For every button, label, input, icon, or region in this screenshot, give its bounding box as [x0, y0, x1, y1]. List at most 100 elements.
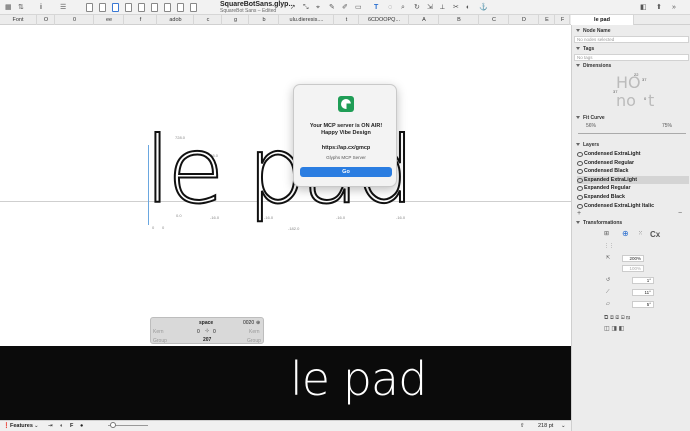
hud-left-kern[interactable]: Kern [153, 329, 164, 335]
hand-tool-icon[interactable]: ◌ [388, 3, 392, 12]
tab[interactable]: ee [95, 15, 124, 25]
tab[interactable]: B [440, 15, 479, 25]
fit-curve-header[interactable]: Fit Curve [572, 114, 690, 122]
fit-curve-left-value[interactable]: 56% [586, 123, 596, 129]
select-tool-icon[interactable]: ➚ [290, 3, 296, 12]
draw-tool-icon[interactable]: ⌖ [316, 3, 320, 12]
master-button-4[interactable] [125, 3, 132, 12]
tags-input[interactable]: No tags [574, 54, 689, 61]
features-menu[interactable]: Features [10, 423, 33, 429]
rotate-tool-icon[interactable]: ↻ [414, 3, 420, 12]
tab[interactable]: b [250, 15, 279, 25]
left-to-right-icon[interactable]: ⇥ [48, 423, 53, 429]
tab[interactable]: adob [158, 15, 194, 25]
hud-unicode[interactable]: 0020 [243, 320, 254, 326]
layer-item[interactable]: Condensed ExtraLight Italic [577, 202, 689, 210]
tags-header[interactable]: Tags [572, 45, 690, 53]
brush-tool-icon[interactable]: ✐ [342, 3, 348, 12]
center-x-label[interactable]: Cx [650, 230, 660, 239]
more-icon[interactable]: » [672, 3, 676, 12]
anchor-tool-icon[interactable]: ⚓ [479, 3, 488, 12]
master-button-2[interactable] [99, 3, 106, 12]
preview-toggle-icon[interactable]: ◧ [640, 3, 647, 12]
master-button-8[interactable] [177, 3, 184, 12]
master-button-6[interactable] [151, 3, 158, 12]
hud-right-kern[interactable]: Kern [249, 329, 260, 335]
tab[interactable]: F [556, 15, 570, 25]
hud-info-icon[interactable]: ⊕ [256, 320, 260, 326]
remove-layer-icon[interactable]: − [678, 210, 682, 217]
tab[interactable]: Font [0, 15, 37, 25]
node-name-header[interactable]: Node Name [572, 27, 690, 35]
dimensions-header[interactable]: Dimensions [572, 62, 690, 70]
slant-icon[interactable]: ⟋ [606, 289, 610, 295]
hud-glyph-name[interactable]: space [199, 320, 213, 326]
layer-item[interactable]: Condensed Black [577, 167, 689, 175]
zoom-tool-icon[interactable]: ⌕ [401, 3, 405, 12]
scale-icon[interactable]: ⇱ [606, 255, 610, 261]
tab[interactable]: 6CDOOPQ... [360, 15, 409, 25]
tab[interactable]: 0 [56, 15, 94, 25]
transform-origin-icon[interactable]: ⊕ [622, 229, 629, 238]
font-icon[interactable]: F [70, 423, 73, 429]
layer-item[interactable]: Expanded ExtraLight [577, 175, 689, 184]
layer-item[interactable]: Condensed ExtraLight [577, 150, 689, 158]
hud-left-group[interactable]: Group [153, 338, 167, 344]
master-button-3[interactable] [112, 3, 119, 12]
hud-right-group[interactable]: Group [247, 338, 261, 344]
chevron-down-icon[interactable]: ⌄ [34, 423, 39, 429]
tab[interactable]: le pad [571, 15, 634, 25]
skew-input[interactable]: 5° [632, 301, 654, 308]
node-name-input[interactable]: No nodes selected [574, 36, 689, 43]
fill-tool-icon[interactable]: ◐ [466, 3, 470, 12]
tab[interactable]: A [410, 15, 439, 25]
info-button[interactable]: i [40, 3, 42, 12]
pen-tool-icon[interactable]: ✎ [329, 3, 335, 12]
zoom-level[interactable]: 218 pt [538, 423, 553, 429]
text-tool-icon[interactable]: T [374, 3, 378, 12]
tab[interactable]: g [223, 15, 249, 25]
tab[interactable]: c [195, 15, 222, 25]
master-button-7[interactable] [164, 3, 171, 12]
hud-left-sidebearing[interactable]: 0 [197, 329, 200, 335]
boolean-operations-icons[interactable]: ◫ ◨ ◧ [604, 325, 624, 332]
reorder-icon[interactable]: ⇅ [18, 3, 24, 12]
tab[interactable]: E [540, 15, 555, 25]
contrast-icon[interactable]: ◐ [60, 423, 63, 429]
share-icon[interactable]: ⬆ [656, 3, 662, 12]
master-button-1[interactable] [86, 3, 93, 12]
distribute-icon[interactable]: ⋮⋮ [604, 243, 614, 249]
dim-value-d[interactable]: 0 [644, 96, 646, 101]
hide-preview-icon[interactable]: ⇧ [520, 423, 525, 429]
add-layer-icon[interactable]: + [577, 210, 581, 217]
select-all-tool-icon[interactable]: ⤡ [303, 3, 309, 12]
scale-input-secondary[interactable]: 100% [622, 265, 644, 272]
master-button-5[interactable] [138, 3, 145, 12]
align-points-icon[interactable]: ⁙ [638, 230, 643, 237]
fit-curve-slider[interactable] [578, 133, 686, 134]
transformations-header[interactable]: Transformations [572, 219, 690, 227]
knife-tool-icon[interactable]: ✂ [453, 3, 459, 12]
hud-right-sidebearing[interactable]: 0 [213, 329, 216, 335]
scale-input[interactable]: 200% [622, 255, 644, 262]
size-slider-knob[interactable] [110, 422, 116, 428]
path-operations-icons[interactable]: ⧉ ⧈ ⧇ ⧆ ⧅ [604, 315, 630, 322]
alert-icon[interactable]: ❗ [3, 423, 10, 429]
tab[interactable]: C [480, 15, 509, 25]
rotate-icon[interactable]: ↺ [606, 277, 610, 283]
layer-item[interactable]: Condensed Regular [577, 159, 689, 167]
hud-width[interactable]: 207 [203, 337, 211, 343]
color-swatch-icon[interactable]: ● [80, 423, 83, 429]
layer-item[interactable]: Expanded Black [577, 193, 689, 201]
measure-tool-icon[interactable]: ⟂ [440, 3, 445, 12]
layer-item[interactable]: Expanded Regular [577, 184, 689, 192]
tab[interactable]: f [125, 15, 157, 25]
list-view-button[interactable]: ☰ [60, 3, 66, 12]
fit-curve-right-value[interactable]: 75% [662, 123, 672, 129]
scale-tool-icon[interactable]: ⇲ [427, 3, 433, 12]
align-grid-icon[interactable]: ⊞ [604, 230, 609, 237]
go-button[interactable]: Go [300, 167, 392, 177]
tab[interactable]: ulu.dieresis.... [280, 15, 334, 25]
dim-value-b[interactable]: 37 [642, 77, 646, 82]
chevron-down-icon[interactable]: ⌄ [561, 423, 566, 429]
